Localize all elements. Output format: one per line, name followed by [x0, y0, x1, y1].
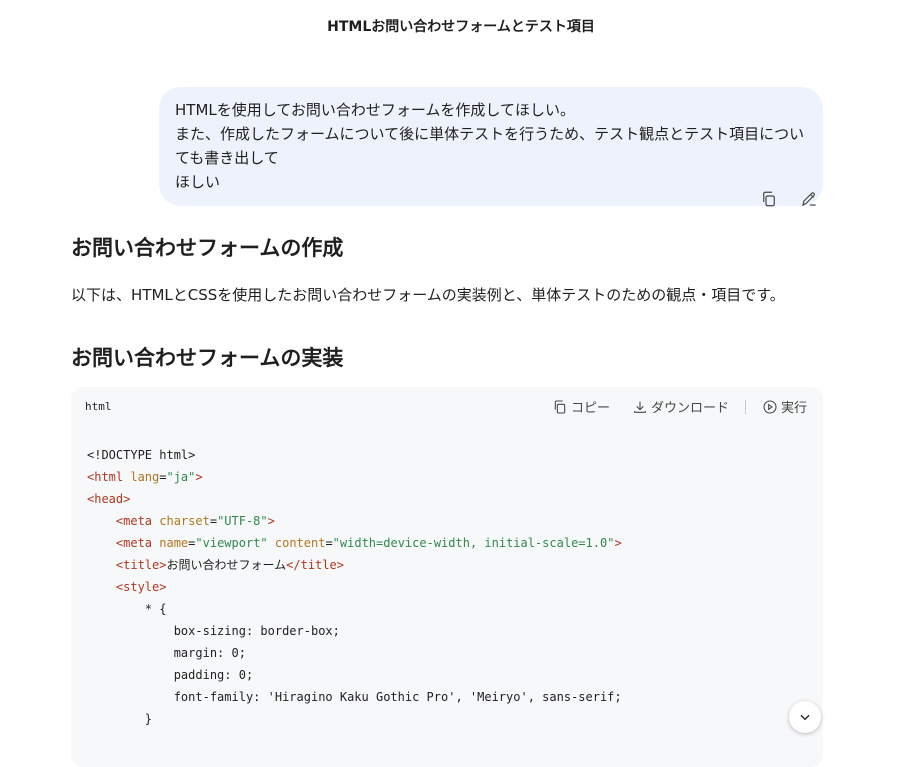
user-message-line: また、作成したフォームについて後に単体テストを行うため、テスト観点とテスト項目に… [175, 125, 805, 167]
code-line: box-sizing: border-box; [87, 620, 622, 642]
code-token: = [325, 536, 333, 550]
code-language-label: html [85, 400, 112, 413]
edit-message-button[interactable] [798, 188, 820, 210]
code-token: </title> [286, 558, 344, 572]
code-token: * { [87, 602, 167, 616]
code-token: name [152, 536, 189, 550]
code-token: <meta [87, 514, 153, 528]
response-subheading: お問い合わせフォームの実装 [71, 346, 344, 370]
response-heading: お問い合わせフォームの作成 [71, 236, 344, 260]
code-token: "viewport" [195, 536, 268, 550]
code-token: font-family: 'Hiragino Kaku Gothic Pro',… [87, 690, 622, 704]
scroll-down-button[interactable] [789, 701, 821, 733]
chevron-down-icon [800, 714, 810, 721]
code-token: padding: 0; [87, 668, 254, 682]
code-token: } [87, 712, 153, 726]
code-token: "UTF-8" [217, 514, 268, 528]
code-token: <html [87, 470, 124, 484]
user-message: HTMLを使用してお問い合わせフォームを作成してほしい。 また、作成したフォーム… [159, 87, 823, 206]
user-message-line: ほしい [175, 173, 221, 191]
code-token: <title> [87, 558, 167, 572]
user-message-line: HTMLを使用してお問い合わせフォームを作成してほしい。 [175, 101, 575, 119]
code-line: font-family: 'Hiragino Kaku Gothic Pro',… [87, 686, 622, 708]
code-line: <style> [87, 576, 622, 598]
copy-code-button[interactable]: コピー [552, 397, 610, 416]
download-icon [634, 401, 646, 413]
message-actions [758, 188, 820, 210]
run-code-button[interactable]: 実行 [762, 397, 807, 416]
code-token: <style> [87, 580, 167, 594]
top-bar: HTMLお問い合わせフォームとテスト項目 [0, 0, 922, 50]
code-token: <!DOCTYPE html> [87, 448, 196, 462]
download-code-label: ダウンロード [650, 401, 729, 416]
code-token: > [267, 514, 275, 528]
code-actions: コピー ダウンロード 実行 [552, 397, 807, 416]
code-line: <!DOCTYPE html> [87, 444, 622, 466]
code-line: <html lang="ja"> [87, 466, 622, 488]
download-code-button[interactable]: ダウンロード [632, 397, 729, 416]
code-token: お問い合わせフォーム [166, 558, 287, 572]
code-token: margin: 0; [87, 646, 246, 660]
code-token: <meta [87, 536, 153, 550]
code-content: <!DOCTYPE html> <html lang="ja"> <head> <m… [87, 444, 622, 730]
copy-icon [763, 191, 775, 207]
copy-code-label: コピー [570, 401, 610, 416]
code-line: <meta name="viewport" content="width=dev… [87, 532, 622, 554]
copy-icon [554, 399, 566, 414]
code-token: content [267, 536, 326, 550]
code-token: > [195, 470, 203, 484]
code-token: box-sizing: border-box; [87, 624, 340, 638]
code-block: html コピー ダウンロード 実行 <!DOCTYPE html> <html… [71, 387, 823, 767]
conversation-title: HTMLお問い合わせフォームとテスト項目 [327, 19, 595, 35]
code-line: <head> [87, 488, 622, 510]
code-token: = [209, 514, 218, 528]
code-line: padding: 0; [87, 664, 622, 686]
code-token: > [614, 536, 622, 550]
code-line: <meta charset="UTF-8"> [87, 510, 622, 532]
code-token: charset [152, 514, 210, 528]
code-token: "ja" [166, 470, 196, 484]
play-circle-icon [763, 399, 777, 414]
response-intro: 以下は、HTMLとCSSを使用したお問い合わせフォームの実装例と、単体テストのた… [71, 286, 785, 304]
divider [744, 399, 746, 414]
code-block-header: html コピー ダウンロード 実行 [71, 387, 823, 427]
code-line: } [87, 708, 622, 730]
run-code-label: 実行 [780, 401, 807, 416]
code-line: <title>お問い合わせフォーム</title> [87, 554, 622, 576]
copy-message-button[interactable] [758, 188, 780, 210]
code-token: <head> [87, 492, 131, 506]
code-line: * { [87, 598, 622, 620]
code-line: margin: 0; [87, 642, 622, 664]
code-token: lang [123, 470, 160, 484]
code-token: "width=device-width, initial-scale=1.0" [332, 536, 615, 550]
pencil-icon [802, 192, 816, 207]
